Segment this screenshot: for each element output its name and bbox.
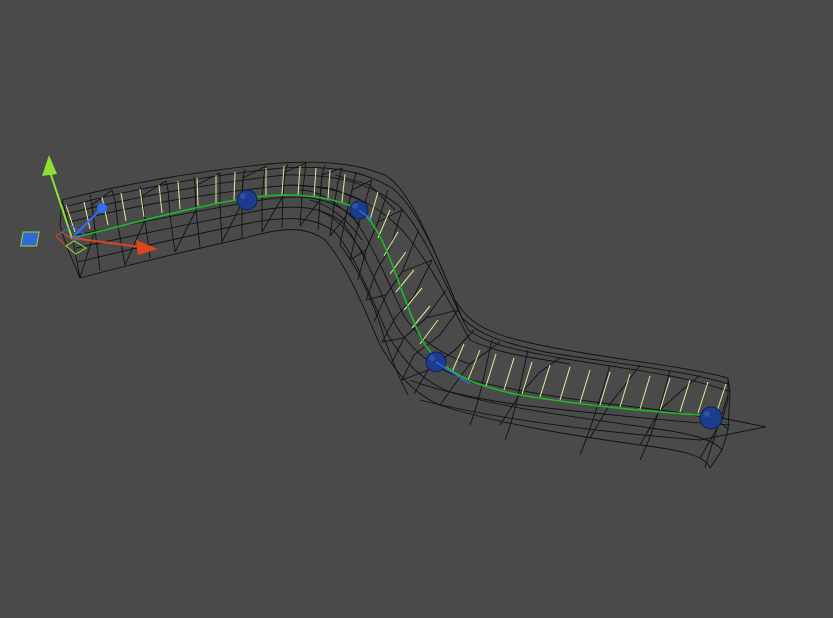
control-point-highlight	[704, 411, 710, 417]
control-point-highlight	[429, 355, 435, 361]
control-point[interactable]	[699, 406, 723, 430]
move-gizmo-icon[interactable]	[20, 155, 158, 255]
tube-mesh-wireframe	[59, 161, 766, 469]
gizmo-z-handle[interactable]	[97, 203, 107, 213]
3d-viewport[interactable]	[0, 0, 833, 618]
scene-canvas[interactable]	[0, 0, 833, 618]
control-point-highlight	[352, 203, 358, 209]
tangent-handle	[435, 361, 471, 385]
gizmo-center[interactable]	[20, 231, 40, 247]
control-point[interactable]	[236, 189, 258, 211]
control-point-highlight	[240, 193, 246, 199]
gizmo-y-arrowhead[interactable]	[42, 155, 57, 176]
gizmo-x-arrowhead[interactable]	[136, 240, 158, 255]
